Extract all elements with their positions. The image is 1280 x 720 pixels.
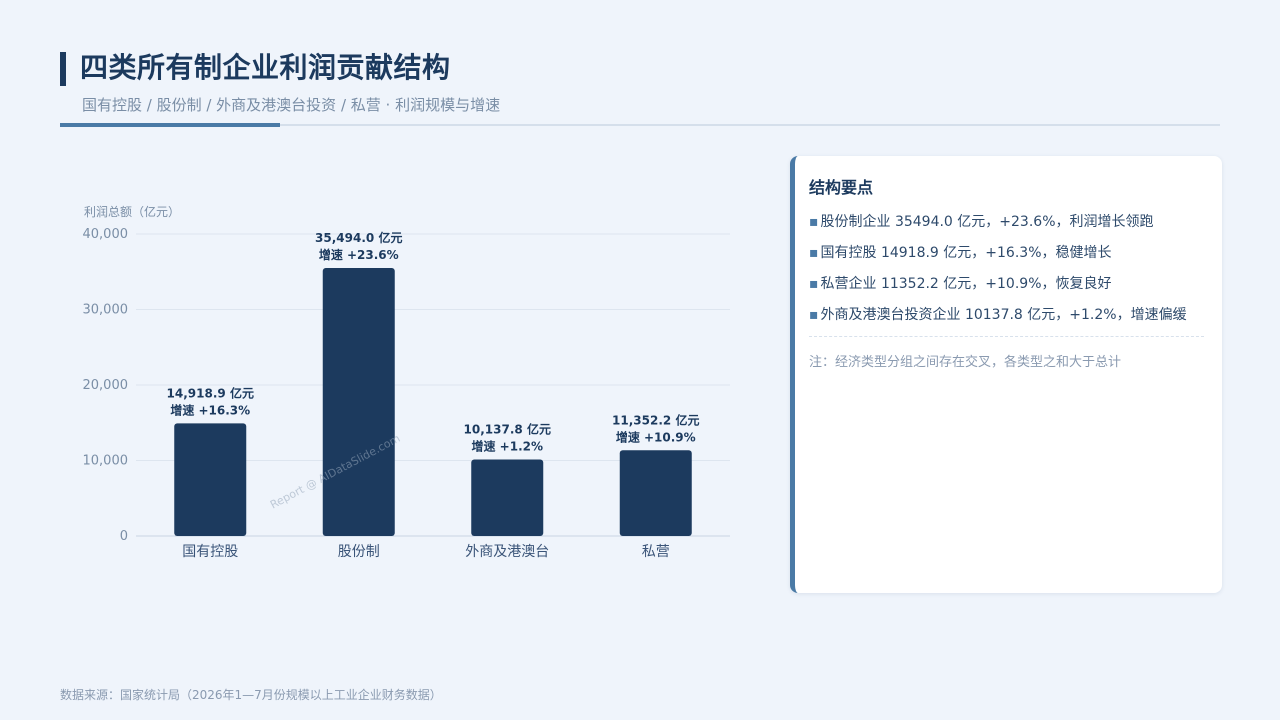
y-axis-ticks: 0 10,000 20,000 30,000 40,000 — [83, 227, 129, 544]
y-tick-label: 0 — [120, 529, 128, 544]
bar-value-label: 35,494.0 亿元 — [315, 230, 402, 245]
y-tick-label: 30,000 — [83, 303, 129, 318]
bar-0 — [174, 423, 247, 536]
x-tick-label: 私营 — [642, 544, 670, 560]
y-tick-label: 20,000 — [83, 378, 129, 393]
panel-divider — [809, 336, 1204, 337]
key-point-text: 外商及港澳台投资企业 10137.8 亿元，+1.2%，增速偏缓 — [820, 307, 1187, 323]
key-point-text: 私营企业 11352.2 亿元，+10.9%，恢复良好 — [820, 276, 1112, 292]
key-point-text: 股份制企业 35494.0 亿元，+23.6%，利润增长领跑 — [820, 214, 1154, 230]
chart-bars — [174, 268, 692, 536]
data-source-note: 数据来源：国家统计局（2026年1—7月份规模以上工业企业财务数据） — [60, 688, 442, 702]
chart-data-labels: 14,918.9 亿元增速 +16.3% 35,494.0 亿元增速 +23.6%… — [167, 230, 700, 453]
profit-bar-chart: 利润总额（亿元） 0 10,000 20,000 30,000 40,000 14,91… — [83, 204, 730, 560]
bullet-icon: ▪ — [809, 245, 819, 261]
bar-growth-label: 增速 +23.6% — [319, 247, 399, 262]
title-accent-bar — [60, 52, 66, 86]
bar-1 — [322, 268, 395, 536]
x-axis-ticks: 国有控股 股份制 外商及港澳台 私营 — [182, 544, 670, 560]
page-subtitle: 国有控股 / 股份制 / 外商及港澳台投资 / 私营 · 利润规模与增速 — [82, 96, 501, 114]
bar-growth-label: 增速 +10.9% — [616, 429, 696, 444]
x-tick-label: 国有控股 — [182, 544, 238, 560]
key-point-item: ▪ 国有控股 14918.9 亿元，+16.3%，稳健增长 — [809, 243, 1204, 263]
bar-value-label: 14,918.9 亿元 — [167, 385, 254, 400]
key-point-item: ▪ 私营企业 11352.2 亿元，+10.9%，恢复良好 — [809, 274, 1204, 294]
bullet-icon: ▪ — [809, 276, 819, 292]
bar-value-label: 10,137.8 亿元 — [464, 421, 551, 436]
key-points-list: ▪ 股份制企业 35494.0 亿元，+23.6%，利润增长领跑 ▪ 国有控股 14… — [809, 212, 1204, 325]
panel-title: 结构要点 — [809, 178, 874, 197]
y-tick-label: 10,000 — [83, 454, 129, 469]
bar-value-label: 11,352.2 亿元 — [612, 412, 699, 427]
page-title: 四类所有制企业利润贡献结构 — [80, 51, 451, 84]
bar-growth-label: 增速 +16.3% — [170, 402, 250, 417]
key-point-item: ▪ 外商及港澳台投资企业 10137.8 亿元，+1.2%，增速偏缓 — [809, 305, 1204, 325]
bar-growth-label: 增速 +1.2% — [471, 438, 543, 453]
x-tick-label: 股份制 — [338, 544, 380, 560]
bullet-icon: ▪ — [809, 307, 819, 323]
y-axis-label: 利润总额（亿元） — [84, 204, 180, 219]
bullet-icon: ▪ — [809, 214, 819, 230]
x-tick-label: 外商及港澳台 — [465, 544, 549, 560]
header-divider-accent — [60, 123, 280, 127]
key-point-item: ▪ 股份制企业 35494.0 亿元，+23.6%，利润增长领跑 — [809, 212, 1204, 232]
key-point-text: 国有控股 14918.9 亿元，+16.3%，稳健增长 — [820, 245, 1112, 261]
y-tick-label: 40,000 — [83, 227, 129, 242]
bar-2 — [471, 459, 544, 536]
panel-note: 注：经济类型分组之间存在交叉，各类型之和大于总计 — [809, 355, 1122, 370]
key-points-panel: 结构要点 ▪ 股份制企业 35494.0 亿元，+23.6%，利润增长领跑 ▪ 国有… — [790, 156, 1222, 593]
bar-3 — [619, 450, 692, 536]
